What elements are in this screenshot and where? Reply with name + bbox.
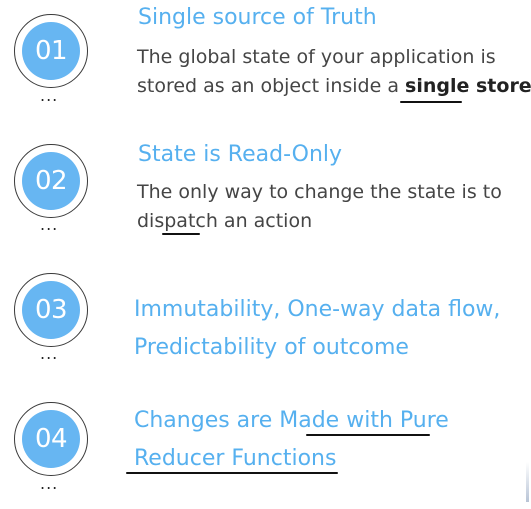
ellipsis: ... (40, 215, 59, 234)
description-text: stored as an object inside a (137, 75, 406, 97)
badge-number: 03 (22, 281, 80, 339)
badge-number: 02 (22, 152, 80, 210)
handwritten-underline (162, 233, 200, 235)
handwritten-underline (306, 434, 430, 436)
ellipsis: ... (40, 86, 59, 105)
principle-line-2: Predictability of outcome (134, 335, 409, 360)
handwritten-underline (126, 472, 338, 474)
ellipsis: ... (40, 344, 59, 363)
number-badge: 04 (14, 402, 88, 476)
principle-title: Single source of Truth (138, 5, 377, 30)
principle-line-1: Immutability, One-way data flow, (134, 297, 501, 322)
principle-description-line-2: stored as an object inside a single stor… (137, 72, 531, 101)
edge-mark (526, 462, 529, 502)
handwritten-underline (400, 101, 462, 103)
number-badge: 01 (14, 14, 88, 88)
number-badge: 02 (14, 144, 88, 218)
emphasis-text: single store (405, 75, 531, 97)
principle-description-line-2: dispatch an action (137, 210, 313, 232)
ellipsis: ... (40, 474, 59, 493)
principle-title: State is Read-Only (138, 142, 343, 167)
badge-number: 04 (22, 410, 80, 468)
principle-description-line-1: The global state of your application is (137, 46, 496, 68)
number-badge: 03 (14, 273, 88, 347)
principle-description-line-1: The only way to change the state is to (137, 181, 502, 203)
badge-number: 01 (22, 22, 80, 80)
